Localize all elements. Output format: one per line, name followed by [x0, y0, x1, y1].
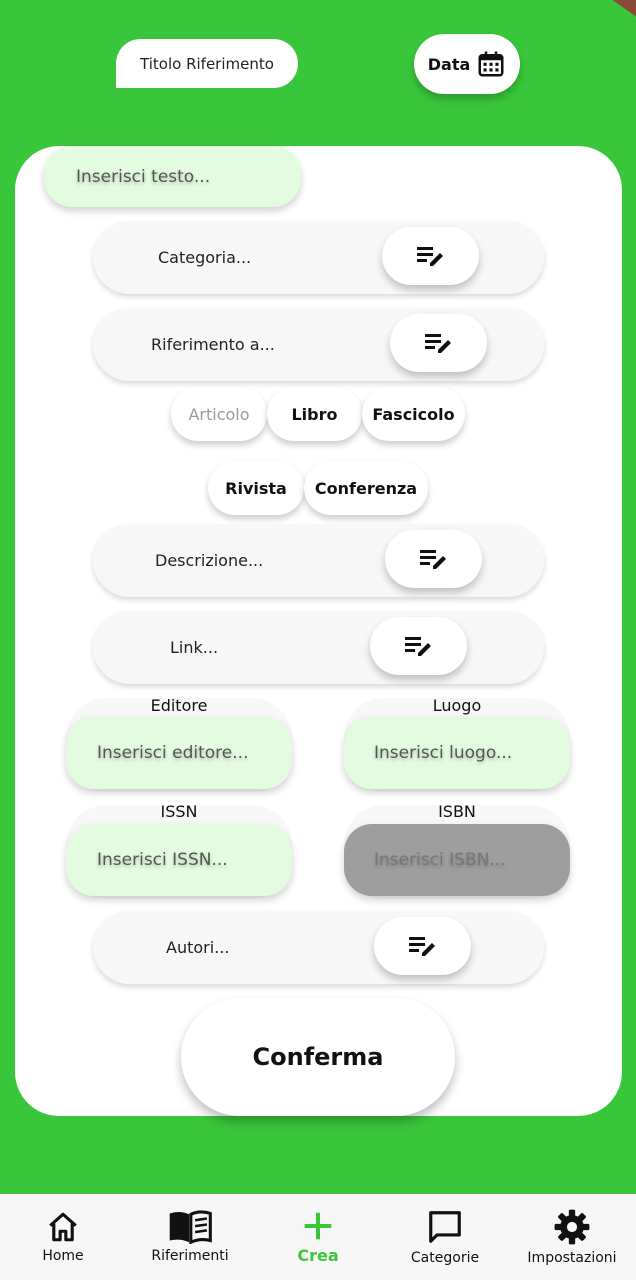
place-input[interactable]: Inserisci luogo...: [344, 717, 570, 789]
publisher-label: Editore: [150, 696, 208, 715]
nav-item-impostazioni[interactable]: Impostazioni: [522, 1194, 622, 1280]
nav-riferimenti-label: Riferimenti: [151, 1248, 229, 1264]
chip-libro-label: Libro: [291, 404, 338, 424]
edit-note-icon: [424, 334, 451, 353]
chip-fascicolo-label: Fascicolo: [372, 404, 455, 424]
issn-label: ISSN: [160, 802, 198, 821]
plus-icon: [304, 1212, 332, 1239]
nav-item-crea[interactable]: Crea: [272, 1194, 364, 1280]
description-label: Descrizione...: [155, 551, 264, 570]
category-label: Categoria...: [158, 248, 252, 267]
title-placeholder: Titolo Riferimento: [140, 54, 274, 73]
confirm-button[interactable]: Conferma: [181, 998, 455, 1116]
nav-impostazioni-label: Impostazioni: [527, 1250, 617, 1266]
link-edit-button[interactable]: [370, 617, 467, 675]
chat-icon: [429, 1211, 461, 1243]
debug-banner-corner: [612, 0, 636, 20]
calendar-icon: [478, 51, 504, 77]
chip-fascicolo[interactable]: Fascicolo: [362, 387, 465, 441]
chip-libro[interactable]: Libro: [267, 387, 362, 441]
link-field: Link...: [93, 611, 544, 684]
nav-crea-label: Crea: [297, 1245, 339, 1265]
category-edit-button[interactable]: [382, 227, 479, 285]
edit-note-icon: [416, 247, 443, 266]
nav-categorie-label: Categorie: [410, 1250, 480, 1266]
category-field: Categoria...: [93, 221, 544, 294]
place-label: Luogo: [432, 696, 482, 715]
edit-note-icon: [419, 550, 446, 569]
date-button[interactable]: Data: [414, 34, 520, 94]
chip-articolo[interactable]: Articolo: [171, 387, 267, 441]
place-placeholder: Inserisci luogo...: [374, 743, 513, 763]
reference-label: Riferimento a...: [151, 335, 275, 354]
isbn-input[interactable]: Inserisci ISBN...: [344, 824, 570, 896]
link-label: Link...: [170, 638, 219, 657]
authors-label: Autori...: [166, 938, 230, 957]
edit-note-icon: [408, 937, 435, 956]
chip-conferenza[interactable]: Conferenza: [304, 461, 428, 515]
edit-note-icon: [404, 637, 431, 656]
bottom-navigation: Home Riferimenti Crea Categorie Impostaz…: [0, 1194, 636, 1280]
description-field: Descrizione...: [93, 524, 544, 597]
book-icon: [169, 1210, 212, 1244]
reference-field: Riferimento a...: [93, 308, 544, 381]
issn-input[interactable]: Inserisci ISSN...: [66, 824, 292, 896]
reference-edit-button[interactable]: [390, 314, 487, 372]
gear-icon: [554, 1209, 590, 1245]
authors-field: Autori...: [93, 911, 544, 984]
nav-item-home[interactable]: Home: [18, 1194, 108, 1280]
publisher-placeholder: Inserisci editore...: [97, 743, 249, 763]
issn-placeholder: Inserisci ISSN...: [97, 850, 228, 870]
home-icon: [49, 1212, 77, 1242]
title-input[interactable]: Titolo Riferimento: [116, 39, 298, 88]
nav-home-label: Home: [42, 1248, 84, 1264]
chip-rivista[interactable]: Rivista: [208, 461, 304, 515]
nav-item-categorie[interactable]: Categorie: [398, 1194, 492, 1280]
chip-conferenza-label: Conferenza: [314, 478, 418, 498]
chip-articolo-label: Articolo: [188, 404, 250, 424]
isbn-label: ISBN: [438, 802, 476, 821]
nav-item-riferimenti[interactable]: Riferimenti: [140, 1194, 240, 1280]
authors-edit-button[interactable]: [374, 917, 471, 975]
description-edit-button[interactable]: [385, 530, 482, 588]
publisher-input[interactable]: Inserisci editore...: [66, 717, 292, 789]
text-input[interactable]: Inserisci testo...: [44, 146, 301, 207]
isbn-placeholder: Inserisci ISBN...: [374, 850, 506, 870]
text-input-placeholder: Inserisci testo...: [76, 166, 211, 187]
confirm-label: Conferma: [252, 1043, 384, 1071]
date-label: Data: [427, 54, 471, 74]
chip-rivista-label: Rivista: [225, 478, 287, 498]
